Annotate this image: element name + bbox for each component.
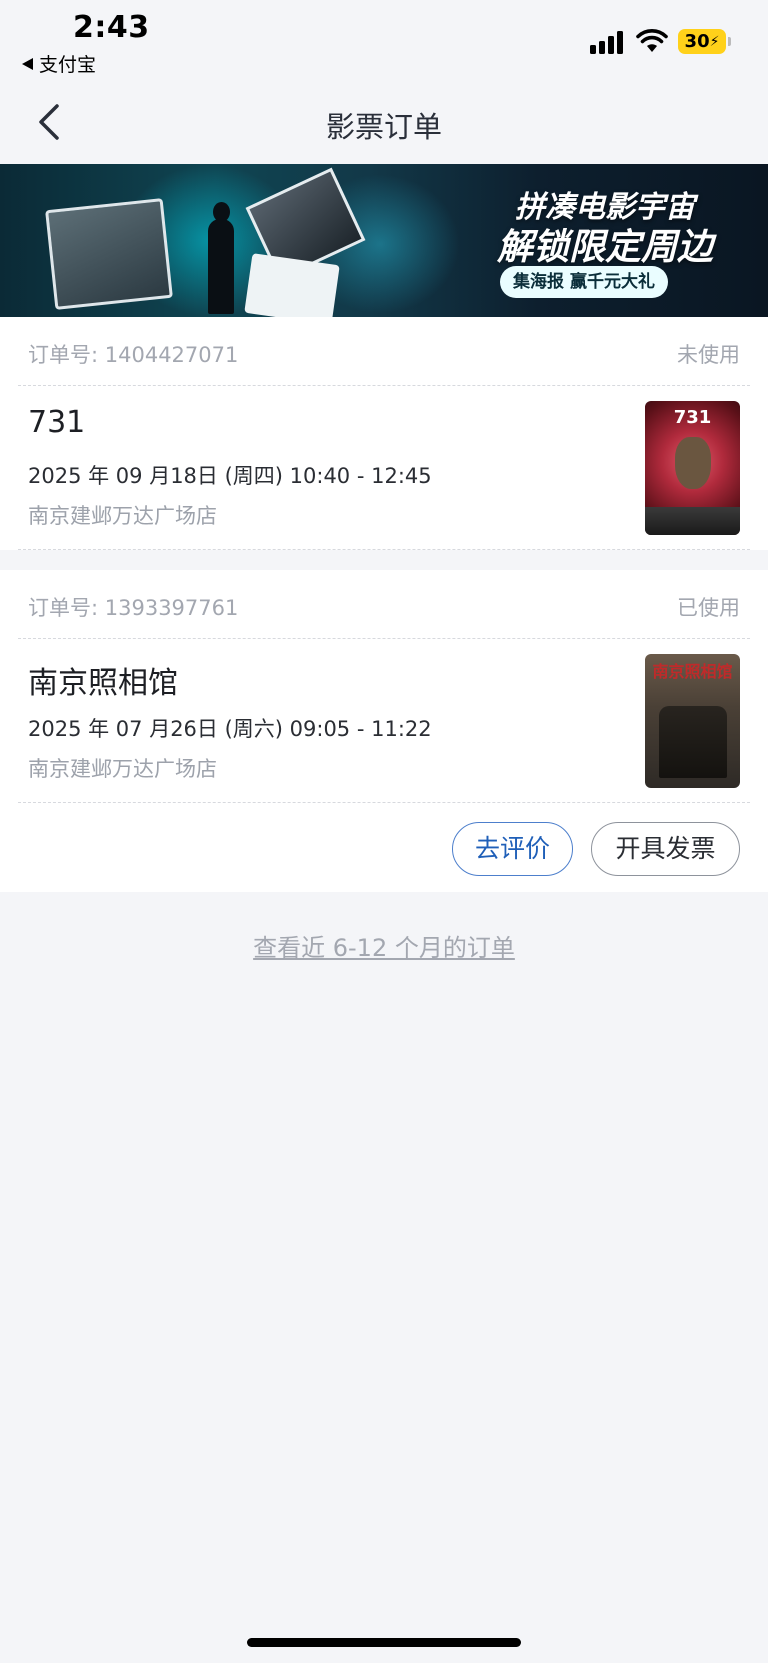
cinema-name: 南京建邺万达广场店 bbox=[28, 504, 217, 528]
poster-title: 731 bbox=[673, 407, 712, 428]
order-status: 未使用 bbox=[677, 343, 740, 367]
back-app-label: 支付宝 bbox=[39, 54, 97, 76]
dashed-divider bbox=[18, 802, 750, 803]
cinema-name: 南京建邺万达广场店 bbox=[28, 757, 217, 781]
order-status: 已使用 bbox=[677, 596, 740, 620]
banner-figure-silhouette bbox=[208, 219, 234, 314]
battery-level: 30 bbox=[684, 31, 710, 52]
banner-cta-pill[interactable]: 集海报 赢千元大礼 bbox=[500, 266, 668, 298]
battery-charging-icon: 30 ⚡ bbox=[678, 29, 731, 54]
movie-title: 731 bbox=[28, 405, 86, 440]
movie-poster[interactable]: 731 bbox=[645, 401, 740, 535]
review-button[interactable]: 去评价 bbox=[452, 822, 573, 876]
cellular-signal-icon bbox=[590, 30, 626, 54]
dashed-divider bbox=[18, 385, 750, 386]
poster-people-art bbox=[659, 706, 727, 778]
banner-subheadline: 解锁限定周边 bbox=[496, 227, 713, 268]
status-bar: 2:43 支付宝 30 ⚡ bbox=[0, 0, 768, 80]
poster-title: 南京照相馆 bbox=[652, 662, 733, 681]
invoice-button[interactable]: 开具发票 bbox=[591, 822, 740, 876]
promo-banner[interactable]: 拼凑电影宇宙 解锁限定周边 集海报 赢千元大礼 bbox=[0, 164, 768, 317]
poster-gas-mask-art bbox=[675, 437, 711, 489]
older-orders-link[interactable]: 查看近 6-12 个月的订单 bbox=[0, 928, 768, 963]
order-number: 订单号: 1393397761 bbox=[28, 596, 239, 620]
movie-title: 南京照相馆 bbox=[28, 666, 178, 701]
page-title: 影票订单 bbox=[325, 110, 442, 144]
back-to-app-link[interactable]: 支付宝 bbox=[22, 50, 96, 77]
back-triangle-icon bbox=[22, 57, 33, 70]
poster-crowd-art bbox=[645, 507, 740, 535]
dashed-divider bbox=[18, 638, 750, 639]
showtime: 2025 年 07 月26日 (周六) 09:05 - 11:22 bbox=[28, 717, 432, 741]
status-time: 2:43 bbox=[73, 10, 150, 45]
order-card[interactable]: 订单号: 1404427071 未使用 731 2025 年 09 月18日 (… bbox=[0, 317, 768, 550]
bolt-icon: ⚡ bbox=[709, 33, 720, 50]
banner-film-strip-image bbox=[45, 198, 173, 310]
dashed-divider bbox=[18, 549, 750, 550]
order-number: 订单号: 1404427071 bbox=[28, 343, 239, 367]
nav-bar: 影票订单 bbox=[0, 80, 768, 164]
movie-poster[interactable]: 南京照相馆 bbox=[645, 654, 740, 788]
wifi-icon bbox=[636, 29, 668, 52]
showtime: 2025 年 09 月18日 (周四) 10:40 - 12:45 bbox=[28, 464, 432, 488]
home-indicator[interactable] bbox=[247, 1638, 521, 1647]
banner-ticket-image bbox=[244, 253, 340, 317]
